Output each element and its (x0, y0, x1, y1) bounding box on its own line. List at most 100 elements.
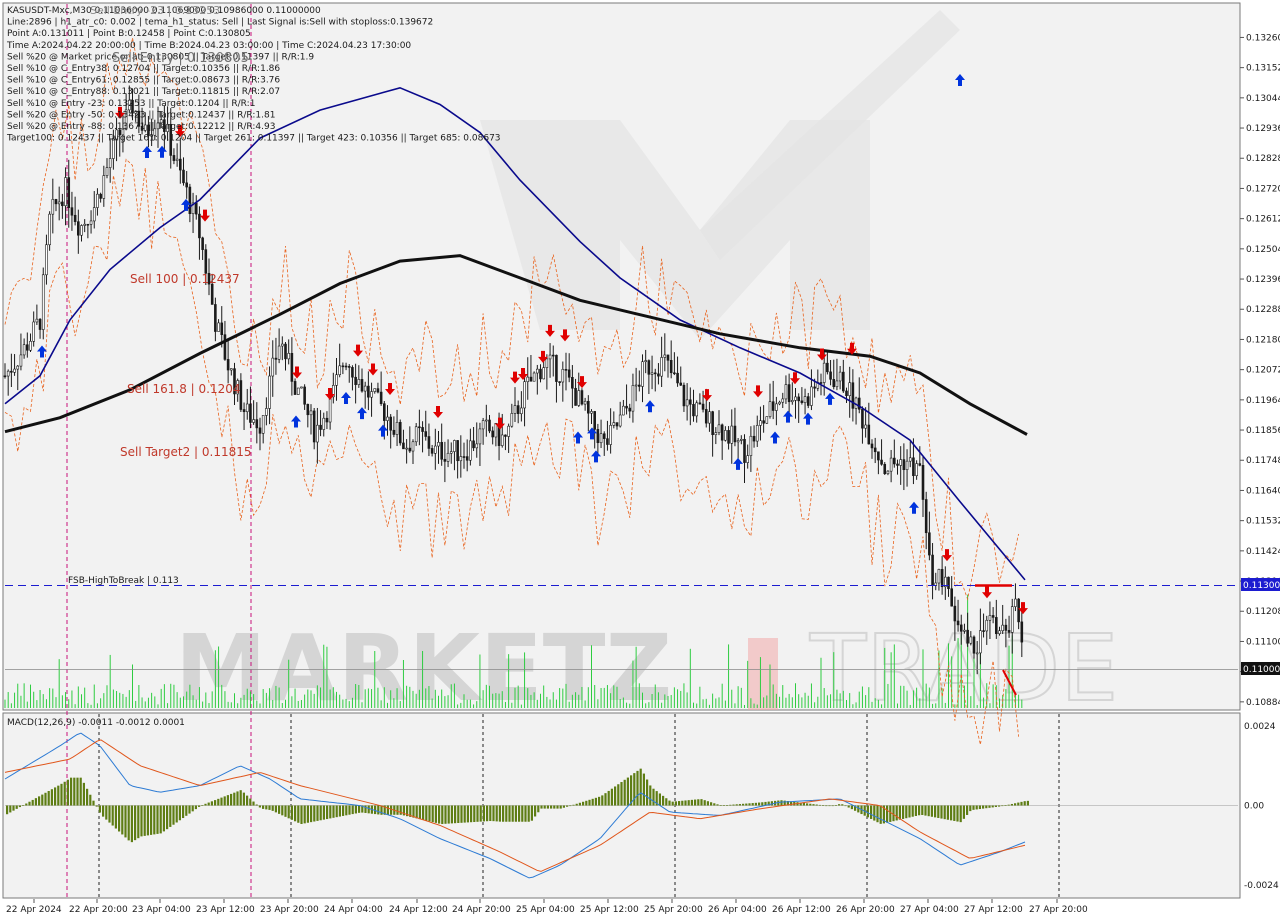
candle-body[interactable] (83, 223, 86, 226)
candle-body[interactable] (561, 369, 565, 383)
candle-body[interactable] (306, 403, 310, 416)
candle-body[interactable] (669, 360, 673, 374)
candle-body[interactable] (768, 401, 772, 417)
candle-body[interactable] (720, 424, 724, 441)
candle-body[interactable] (717, 424, 721, 433)
candle-body[interactable] (293, 381, 297, 395)
candle-body[interactable] (45, 244, 48, 276)
candle-body[interactable] (727, 430, 730, 444)
candle-body[interactable] (551, 354, 555, 357)
candle-body[interactable] (972, 636, 976, 654)
candle-body[interactable] (427, 436, 431, 449)
candle-body[interactable] (947, 576, 950, 590)
candle-body[interactable] (555, 354, 558, 382)
candle-body[interactable] (408, 447, 412, 452)
candle-body[interactable] (529, 376, 533, 382)
candle-body[interactable] (864, 424, 867, 429)
candle-body[interactable] (242, 409, 246, 413)
candle-body[interactable] (877, 451, 880, 461)
candle-body[interactable] (587, 400, 590, 414)
candle-body[interactable] (647, 360, 651, 375)
candle-body[interactable] (740, 438, 743, 441)
candle-body[interactable] (755, 425, 759, 442)
candle-body[interactable] (32, 321, 35, 342)
candle-body[interactable] (736, 440, 740, 443)
candle-body[interactable] (274, 357, 278, 360)
candle-body[interactable] (309, 410, 313, 416)
candle-body[interactable] (969, 636, 973, 644)
candle-body[interactable] (606, 438, 609, 445)
candle-body[interactable] (523, 381, 526, 409)
candle-body[interactable] (1017, 598, 1020, 623)
candle-body[interactable] (940, 569, 944, 588)
candle-body[interactable] (102, 175, 106, 199)
candle-body[interactable] (434, 445, 437, 454)
candle-body[interactable] (950, 588, 953, 607)
candle-body[interactable] (685, 399, 689, 407)
candle-body[interactable] (488, 419, 491, 432)
candle-body[interactable] (797, 396, 800, 402)
candle-body[interactable] (902, 459, 906, 471)
candle-body[interactable] (405, 447, 408, 450)
candle-body[interactable] (296, 387, 300, 395)
candle-body[interactable] (443, 458, 447, 462)
candle-body[interactable] (440, 442, 443, 460)
candle-body[interactable] (536, 368, 539, 374)
candle-body[interactable] (638, 384, 641, 387)
candle-body[interactable] (676, 372, 679, 384)
candle-body[interactable] (679, 382, 683, 386)
candle-body[interactable] (813, 386, 816, 389)
candle-body[interactable] (22, 344, 26, 356)
candle-body[interactable] (89, 220, 93, 225)
candle-body[interactable] (481, 420, 485, 430)
candle-body[interactable] (54, 199, 58, 205)
candle-body[interactable] (564, 369, 568, 371)
candle-body[interactable] (449, 451, 453, 454)
candle-body[interactable] (398, 421, 402, 444)
candle-body[interactable] (558, 381, 561, 383)
candle-body[interactable] (711, 411, 714, 436)
candle-body[interactable] (548, 354, 552, 360)
candle-body[interactable] (217, 322, 220, 332)
candle-body[interactable] (363, 385, 367, 392)
candle-body[interactable] (819, 382, 823, 384)
candle-body[interactable] (539, 368, 542, 380)
candle-body[interactable] (210, 283, 214, 305)
candle-body[interactable] (956, 620, 960, 626)
candle-body[interactable] (446, 452, 450, 462)
candle-body[interactable] (26, 344, 29, 351)
candle-body[interactable] (182, 169, 185, 184)
candle-body[interactable] (612, 422, 616, 426)
candle-body[interactable] (344, 365, 348, 368)
candle-body[interactable] (631, 385, 635, 412)
candle-body[interactable] (507, 425, 510, 437)
candle-body[interactable] (762, 420, 765, 424)
candle-body[interactable] (857, 397, 861, 410)
candle-body[interactable] (794, 396, 797, 401)
candle-body[interactable] (845, 390, 848, 396)
candle-body[interactable] (459, 456, 463, 462)
candle-body[interactable] (937, 569, 941, 584)
candle-body[interactable] (682, 384, 686, 407)
candle-body[interactable] (832, 379, 836, 388)
candle-body[interactable] (105, 167, 109, 176)
candle-body[interactable] (526, 376, 530, 383)
candle-body[interactable] (392, 429, 396, 435)
candle-body[interactable] (513, 405, 517, 414)
candle-body[interactable] (504, 434, 507, 437)
candle-body[interactable] (733, 425, 737, 443)
candle-body[interactable] (389, 416, 392, 431)
candle-body[interactable] (312, 410, 316, 443)
candle-body[interactable] (223, 334, 227, 360)
candle-body[interactable] (500, 434, 504, 446)
candle-body[interactable] (988, 615, 992, 621)
candle-body[interactable] (752, 435, 756, 442)
candle-body[interactable] (194, 202, 198, 215)
candle-body[interactable] (338, 365, 341, 376)
candle-body[interactable] (577, 390, 581, 406)
candle-body[interactable] (918, 463, 922, 466)
candle-body[interactable] (596, 429, 600, 444)
candle-body[interactable] (931, 554, 934, 586)
candle-body[interactable] (322, 417, 326, 430)
candle-body[interactable] (86, 223, 90, 226)
